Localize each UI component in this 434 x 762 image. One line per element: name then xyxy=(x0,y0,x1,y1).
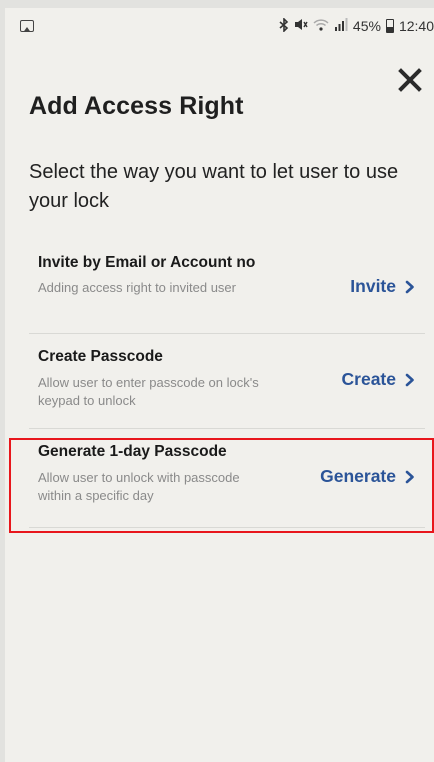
chevron-right-icon xyxy=(405,470,414,483)
signal-icon xyxy=(334,18,348,34)
battery-icon xyxy=(385,19,394,33)
option-title: Invite by Email or Account no xyxy=(38,254,256,271)
clock-time: 12:40 xyxy=(398,18,434,34)
option-description: Allow user to unlock with passcode withi… xyxy=(38,470,240,503)
window-frame-left xyxy=(0,0,5,762)
option-generate-1day-passcode[interactable]: Generate 1-day Passcode Allow user to un… xyxy=(29,443,425,528)
battery-percent: 45% xyxy=(352,18,381,34)
mute-icon xyxy=(294,18,308,34)
invite-button[interactable]: Invite xyxy=(350,276,415,297)
generate-button[interactable]: Generate xyxy=(320,466,415,487)
window-frame-top xyxy=(0,0,434,8)
close-button[interactable] xyxy=(394,64,426,96)
option-title: Generate 1-day Passcode xyxy=(38,443,227,460)
chevron-right-icon xyxy=(405,280,414,293)
bluetooth-icon xyxy=(279,16,289,35)
option-description: Adding access right to invited user xyxy=(38,280,236,295)
option-invite[interactable]: Invite by Email or Account no Adding acc… xyxy=(29,254,425,334)
generate-label: Generate xyxy=(320,466,396,486)
option-title: Create Passcode xyxy=(38,348,163,365)
chevron-right-icon xyxy=(405,373,414,386)
page-title: Add Access Right xyxy=(29,92,244,120)
wifi-icon xyxy=(313,18,329,34)
option-create-passcode[interactable]: Create Passcode Allow user to enter pass… xyxy=(29,348,425,429)
image-icon xyxy=(20,20,34,32)
status-bar: 45% 12:40 xyxy=(9,14,434,38)
option-description: Allow user to enter passcode on lock's k… xyxy=(38,375,259,408)
create-button[interactable]: Create xyxy=(342,369,415,390)
page-subtitle: Select the way you want to let user to u… xyxy=(29,161,399,212)
invite-label: Invite xyxy=(350,276,396,296)
close-icon xyxy=(398,68,422,92)
create-label: Create xyxy=(341,369,396,389)
